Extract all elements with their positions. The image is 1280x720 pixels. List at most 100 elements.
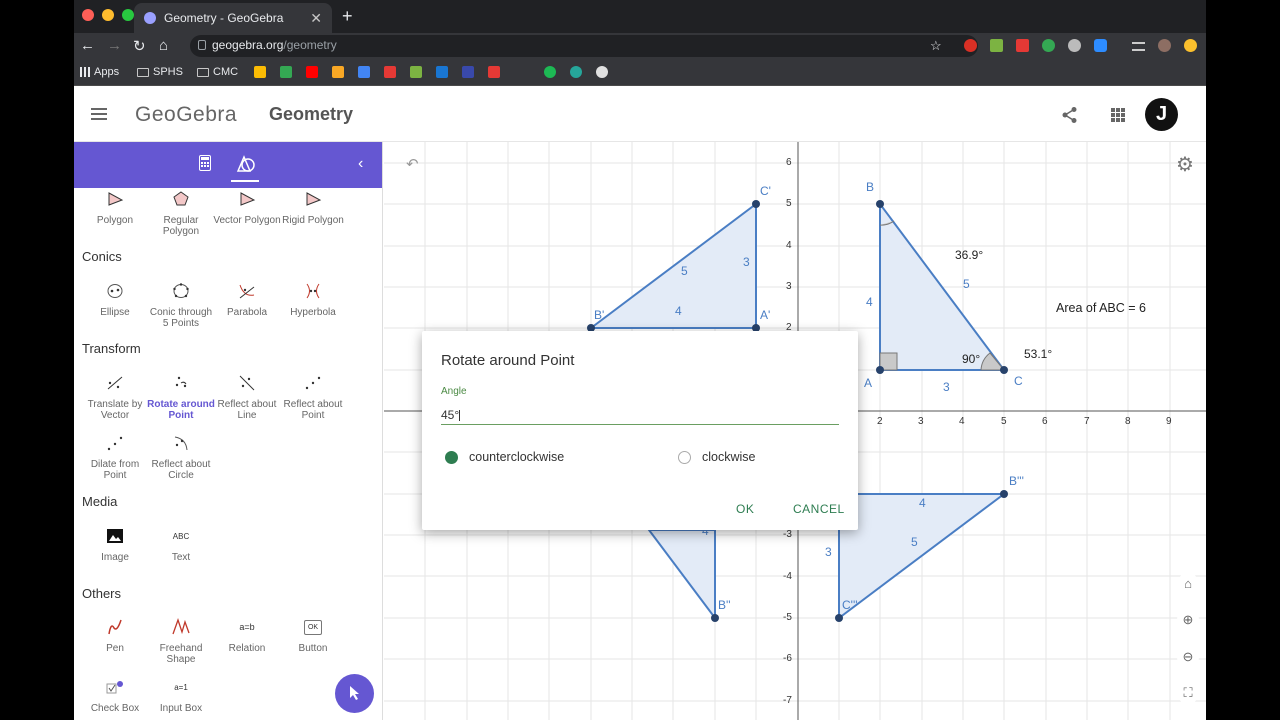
radio-counterclockwise[interactable]: counterclockwise — [445, 450, 564, 464]
tool-parabola[interactable]: Parabola — [213, 280, 281, 318]
tool-freehand-shape[interactable]: Freehand Shape — [147, 616, 215, 665]
undo-icon[interactable]: ↶ — [406, 155, 419, 173]
profile-icon[interactable] — [1158, 39, 1171, 52]
close-window-icon[interactable] — [82, 9, 94, 21]
cancel-button[interactable]: CANCEL — [793, 502, 845, 516]
point-c3[interactable] — [835, 614, 843, 622]
bookmark-icon[interactable] — [596, 66, 608, 78]
tool-translate-by-vector[interactable]: Translate by Vector — [81, 372, 149, 421]
new-tab-icon[interactable]: + — [342, 6, 353, 27]
tool-reflect-about-circle[interactable]: Reflect about Circle — [147, 432, 215, 481]
bookmark-icon[interactable] — [410, 66, 422, 78]
point-b3[interactable] — [1000, 490, 1008, 498]
app-header: GeoGebra Geometry J — [74, 87, 1206, 142]
bookmark-icon[interactable] — [488, 66, 500, 78]
move-tool-button[interactable] — [335, 674, 374, 713]
tool-reflect-about-point[interactable]: Reflect about Point — [279, 372, 347, 421]
tool-rotate-around-point[interactable]: Rotate around Point — [147, 372, 215, 421]
bookmark-apps[interactable]: Apps — [80, 66, 119, 78]
folder-icon — [197, 67, 209, 77]
close-tab-icon[interactable]: ✕ — [310, 10, 322, 27]
point-c1[interactable] — [752, 200, 760, 208]
tool-button[interactable]: OK Button — [279, 616, 347, 654]
point-c[interactable] — [1000, 366, 1008, 374]
tool-conic-5-points[interactable]: Conic through 5 Points — [147, 280, 215, 329]
active-tab-indicator — [231, 180, 259, 182]
extension-icon[interactable] — [964, 39, 977, 52]
point-b2[interactable] — [711, 614, 719, 622]
translate-vector-icon — [81, 372, 149, 394]
radio-clockwise[interactable]: clockwise — [678, 450, 756, 464]
share-icon[interactable] — [1061, 106, 1079, 129]
menu-icon[interactable] — [91, 108, 107, 120]
tool-relation[interactable]: a=b Relation — [213, 616, 281, 655]
x-tick: 8 — [1125, 416, 1131, 427]
tool-dilate-from-point[interactable]: Dilate from Point — [81, 432, 149, 481]
back-icon[interactable]: ← — [80, 37, 95, 54]
home-icon[interactable]: ⌂ — [159, 37, 168, 54]
home-view-icon[interactable]: ⌂ — [1177, 573, 1199, 595]
tool-image[interactable]: Image — [81, 525, 149, 563]
bookmark-icon[interactable] — [570, 66, 582, 78]
triangle-a2b2c2[interactable] — [647, 529, 716, 621]
bookmark-icon[interactable] — [358, 66, 370, 78]
fullscreen-icon[interactable]: ⛶ — [1177, 682, 1199, 704]
reload-icon[interactable]: ↻ — [133, 37, 146, 55]
zoom-out-icon[interactable]: ⊖ — [1177, 646, 1199, 668]
avatar[interactable]: J — [1145, 98, 1178, 131]
bookmark-icon[interactable] — [254, 66, 266, 78]
extension-icon[interactable] — [1042, 39, 1055, 52]
url-field[interactable]: geogebra.org/geometry — [190, 35, 978, 57]
angle-input[interactable]: 45° — [441, 403, 839, 425]
bookmark-icon[interactable] — [436, 66, 448, 78]
bookmark-icon[interactable] — [280, 66, 292, 78]
tool-input-box[interactable]: a=1 Input Box — [147, 676, 215, 715]
tool-label: Rotate around Point — [147, 399, 215, 421]
tool-label: Text — [171, 552, 191, 563]
bookmark-sphs[interactable]: SPHS — [137, 66, 183, 78]
settings-gear-icon[interactable]: ⚙ — [1176, 152, 1194, 177]
collapse-chevron-icon[interactable]: ‹ — [358, 155, 363, 173]
lock-icon — [198, 40, 206, 50]
relation-icon: a=b — [239, 621, 255, 632]
apps-grid-icon[interactable] — [1111, 108, 1125, 122]
extension-icon[interactable] — [1094, 39, 1107, 52]
tool-pen[interactable]: Pen — [81, 616, 149, 654]
tools-icon[interactable] — [236, 155, 256, 178]
tool-regular-polygon[interactable]: Regular Polygon — [147, 188, 215, 237]
tool-hyperbola[interactable]: Hyperbola — [279, 280, 347, 318]
extension-icon[interactable] — [990, 39, 1003, 52]
tool-label: Translate by Vector — [87, 399, 143, 421]
zoom-in-icon[interactable]: ⊕ — [1177, 609, 1199, 631]
point-b[interactable] — [876, 200, 884, 208]
ok-button[interactable]: OK — [736, 502, 754, 516]
bookmark-icon[interactable] — [384, 66, 396, 78]
bookmark-star-icon[interactable]: ☆ — [930, 38, 942, 54]
extension-icon[interactable] — [1068, 39, 1081, 52]
minimize-window-icon[interactable] — [102, 9, 114, 21]
tool-reflect-about-line[interactable]: Reflect about Line — [213, 372, 281, 421]
forward-icon[interactable]: → — [107, 37, 122, 54]
rotate-point-icon — [147, 372, 215, 394]
angle-input-value: 45° — [441, 408, 460, 422]
extension-icon[interactable] — [1016, 39, 1029, 52]
checkbox-icon — [81, 676, 149, 698]
spotify-icon[interactable] — [544, 66, 556, 78]
tool-ellipse[interactable]: Ellipse — [81, 280, 149, 318]
media-control-icon[interactable] — [1132, 42, 1145, 51]
tool-polygon[interactable]: Polygon — [81, 188, 149, 226]
calculator-icon[interactable] — [199, 155, 211, 176]
bookmark-icon[interactable] — [462, 66, 474, 78]
tool-vector-polygon[interactable]: Vector Polygon — [213, 188, 281, 226]
maximize-window-icon[interactable] — [122, 9, 134, 21]
label-c: C — [1014, 374, 1023, 388]
tool-text[interactable]: ABC Text — [147, 525, 215, 564]
browser-tab[interactable]: Geometry - GeoGebra ✕ — [134, 3, 332, 33]
tool-rigid-polygon[interactable]: Rigid Polygon — [279, 188, 347, 226]
bookmark-icon[interactable] — [306, 66, 318, 78]
bookmark-cmc[interactable]: CMC — [197, 66, 238, 78]
point-a[interactable] — [876, 366, 884, 374]
extension-icon[interactable] — [1184, 39, 1197, 52]
bookmark-icon[interactable] — [332, 66, 344, 78]
tool-check-box[interactable]: Check Box — [81, 676, 149, 714]
